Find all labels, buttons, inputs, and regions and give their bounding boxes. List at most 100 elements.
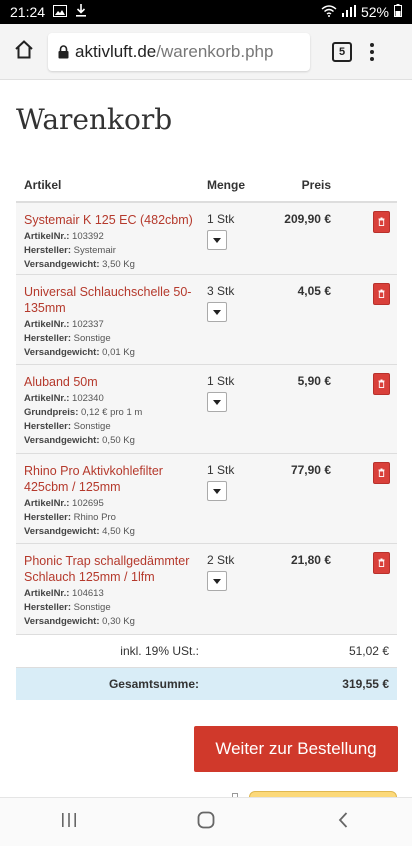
status-bar: 21:24 52%	[0, 0, 412, 24]
dot	[370, 42, 374, 47]
home-circle-icon	[197, 811, 215, 834]
meta-label: Grundpreis:	[24, 407, 79, 418]
item-price: 21,80 €	[290, 553, 331, 567]
cart-item-row: Aluband 50m ArtikelNr.: 102340 Grundpreis…	[16, 365, 397, 454]
chevron-down-icon	[213, 237, 221, 243]
header-quantity: Menge	[207, 178, 246, 192]
quantity-dropdown[interactable]	[207, 230, 227, 250]
item-name-link[interactable]: Systemair K 125 EC (482cbm)	[24, 212, 207, 228]
item-name-link[interactable]: Phonic Trap schallgedämmter Schlauch 125…	[24, 553, 207, 585]
quantity-dropdown[interactable]	[207, 571, 227, 591]
item-name-link[interactable]: Universal Schlauchschelle 50-135mm	[24, 284, 207, 316]
battery-percentage: 52%	[360, 4, 389, 20]
item-quantity: 1 Stk	[207, 374, 235, 388]
item-quantity-cell: 1 Stk	[207, 365, 269, 453]
recent-apps-button[interactable]	[39, 802, 99, 842]
item-info: Aluband 50m ArtikelNr.: 102340 Grundpreis…	[16, 365, 207, 453]
item-info: Phonic Trap schallgedämmter Schlauch 125…	[16, 544, 207, 634]
home-button[interactable]	[0, 24, 48, 80]
meta-label: Versandgewicht:	[24, 347, 100, 358]
meta-label: Versandgewicht:	[24, 259, 100, 270]
url-path: /warenkorb.php	[156, 41, 274, 61]
remove-item-button[interactable]	[373, 462, 390, 484]
trash-icon	[378, 215, 385, 229]
page-content: Warenkorb Artikel Menge Preis Systemair …	[0, 81, 412, 797]
battery-icon	[394, 4, 402, 20]
chevron-down-icon	[213, 488, 221, 494]
remove-item-button[interactable]	[373, 211, 390, 233]
meta-value: 102337	[72, 319, 104, 330]
meta-value: 104613	[72, 588, 104, 599]
item-info: Universal Schlauchschelle 50-135mm Artik…	[16, 275, 207, 364]
lock-icon	[58, 44, 69, 59]
item-name-link[interactable]: Rhino Pro Aktivkohlefilter 425cbm / 125m…	[24, 463, 207, 495]
item-meta-line: ArtikelNr.: 102695	[24, 497, 207, 511]
cart-item-row: Systemair K 125 EC (482cbm) ArtikelNr.: …	[16, 203, 397, 275]
quantity-dropdown[interactable]	[207, 302, 227, 322]
meta-label: Hersteller:	[24, 333, 71, 344]
item-meta-line: Hersteller: Sonstige	[24, 601, 207, 615]
header-price: Preis	[301, 178, 331, 192]
chevron-down-icon	[213, 309, 221, 315]
url-bar[interactable]: aktivluft.de/warenkorb.php	[48, 32, 310, 71]
cart-table: Artikel Menge Preis Systemair K 125 EC (…	[16, 169, 397, 700]
meta-value: 4,50 Kg	[102, 526, 135, 537]
meta-value: Sonstige	[73, 602, 111, 613]
meta-value: 102340	[72, 393, 104, 404]
remove-item-button[interactable]	[373, 552, 390, 574]
status-time: 21:24	[10, 4, 46, 20]
remove-item-button[interactable]	[373, 283, 390, 305]
dot	[370, 56, 374, 61]
browser-menu-button[interactable]	[370, 42, 374, 61]
tab-switcher-button[interactable]: 5	[332, 41, 352, 62]
meta-value: 0,01 Kg	[102, 347, 135, 358]
item-info: Rhino Pro Aktivkohlefilter 425cbm / 125m…	[16, 454, 207, 543]
item-meta-line: Versandgewicht: 3,50 Kg	[24, 258, 207, 272]
page-title: Warenkorb	[16, 103, 173, 136]
item-meta-line: Hersteller: Sonstige	[24, 332, 207, 346]
home-icon	[14, 39, 34, 64]
back-chevron-icon	[338, 811, 348, 833]
trash-icon	[378, 287, 385, 301]
meta-label: Hersteller:	[24, 421, 71, 432]
meta-value: Systemair	[73, 245, 116, 256]
signal-icon	[341, 4, 356, 20]
home-nav-button[interactable]	[176, 802, 236, 842]
trash-icon	[378, 377, 385, 391]
item-name-link[interactable]: Aluband 50m	[24, 374, 207, 390]
item-meta-line: ArtikelNr.: 103392	[24, 230, 207, 244]
trash-icon	[378, 556, 385, 570]
back-button[interactable]	[313, 802, 373, 842]
item-meta-line: ArtikelNr.: 102337	[24, 318, 207, 332]
meta-label: Hersteller:	[24, 245, 71, 256]
cart-item-row: Rhino Pro Aktivkohlefilter 425cbm / 125m…	[16, 454, 397, 544]
meta-value: 3,50 Kg	[102, 259, 135, 270]
dot	[370, 49, 374, 54]
checkout-button[interactable]: Weiter zur Bestellung	[194, 726, 398, 772]
tax-value: 51,02 €	[348, 644, 389, 658]
item-meta-line: Versandgewicht: 0,50 Kg	[24, 434, 207, 448]
quantity-dropdown[interactable]	[207, 392, 227, 412]
chevron-down-icon	[213, 578, 221, 584]
item-meta-line: Versandgewicht: 0,30 Kg	[24, 615, 207, 629]
item-quantity: 1 Stk	[207, 463, 235, 477]
item-quantity-cell: 3 Stk	[207, 275, 269, 364]
meta-value: 0,50 Kg	[102, 435, 135, 446]
item-meta-line: Versandgewicht: 4,50 Kg	[24, 525, 207, 539]
meta-label: Versandgewicht:	[24, 435, 100, 446]
total-label: Gesamtsumme:	[108, 677, 199, 691]
meta-label: Hersteller:	[24, 602, 71, 613]
remove-item-button[interactable]	[373, 373, 390, 395]
quantity-dropdown[interactable]	[207, 481, 227, 501]
cart-item-row: Phonic Trap schallgedämmter Schlauch 125…	[16, 544, 397, 635]
meta-label: Versandgewicht:	[24, 616, 100, 627]
url-domain: aktivluft.de	[75, 41, 157, 61]
meta-label: ArtikelNr.:	[24, 231, 70, 242]
tax-label: inkl. 19% USt.:	[120, 644, 199, 658]
item-price: 77,90 €	[290, 463, 331, 477]
item-meta-line: Hersteller: Rhino Pro	[24, 511, 207, 525]
item-quantity-cell: 1 Stk	[207, 454, 269, 543]
item-quantity: 1 Stk	[207, 212, 235, 226]
meta-value: Rhino Pro	[73, 512, 116, 523]
item-quantity: 3 Stk	[207, 284, 235, 298]
